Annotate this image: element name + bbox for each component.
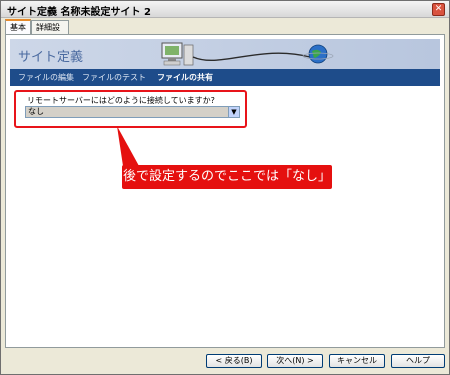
next-button[interactable]: 次へ(N) > xyxy=(267,354,323,368)
nav-item-file-edit[interactable]: ファイルの編集 xyxy=(18,72,74,83)
window-title: サイト定義 名称未設定サイト 2 xyxy=(7,7,151,18)
title-bar: サイト定義 名称未設定サイト 2 ✕ xyxy=(1,1,449,18)
tab-advanced[interactable]: 詳細設定 xyxy=(31,20,69,43)
nav-item-file-share[interactable]: ファイルの共有 xyxy=(157,72,213,83)
back-button[interactable]: < 戻る(B) xyxy=(206,354,262,368)
close-button[interactable]: ✕ xyxy=(432,3,445,16)
nav-item-file-test[interactable]: ファイルのテスト xyxy=(82,72,146,83)
network-illustration xyxy=(161,42,334,66)
highlight-box xyxy=(14,90,247,128)
section-nav: ファイルの編集 ファイルのテスト ファイルの共有 xyxy=(10,69,440,86)
dialog-window: サイト定義 名称未設定サイト 2 ✕ 基本 詳細設定 サイト定義 ファイルの編集… xyxy=(0,0,450,375)
tab-basic[interactable]: 基本 xyxy=(5,19,31,35)
help-button[interactable]: ヘルプ xyxy=(391,354,445,368)
banner-title: サイト定義 xyxy=(18,50,84,65)
cancel-button[interactable]: キャンセル xyxy=(329,354,385,368)
banner: サイト定義 xyxy=(10,39,440,69)
content-panel: サイト定義 ファイルの編集 ファイルのテスト ファイルの共有 xyxy=(5,34,445,348)
annotation-callout: 後で設定するのでここでは「なし」 xyxy=(122,165,332,189)
